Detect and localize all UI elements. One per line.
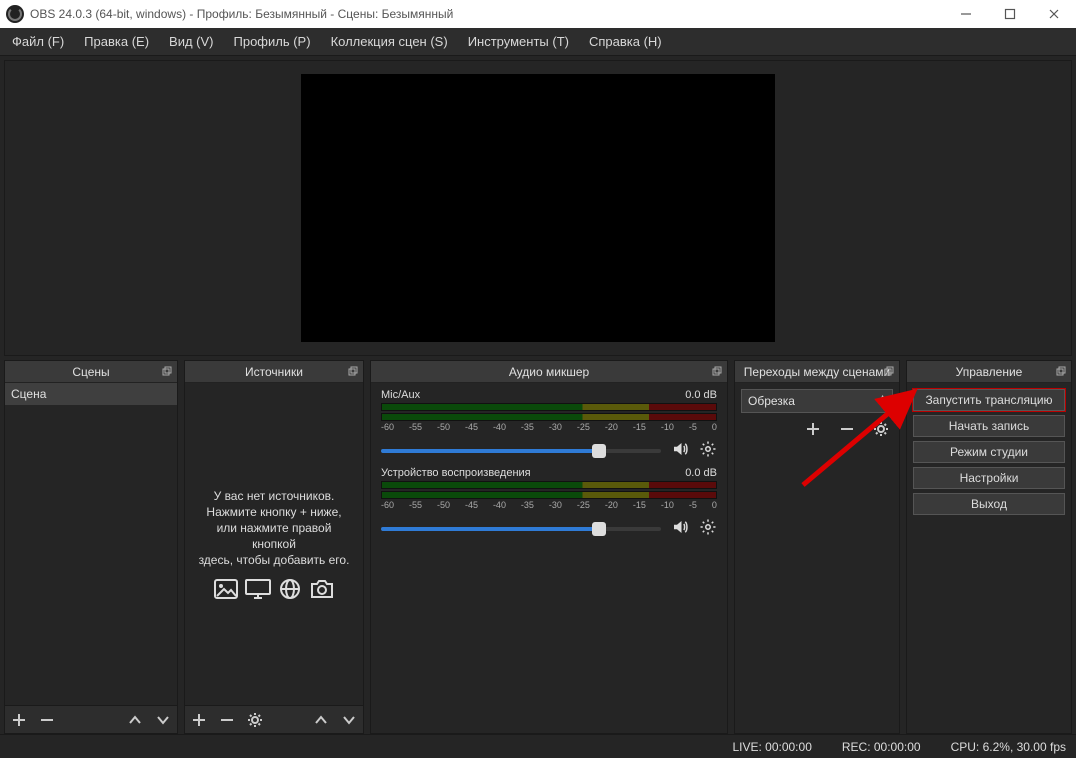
- start-streaming-button[interactable]: Запустить трансляцию: [913, 389, 1065, 411]
- window-title: OBS 24.0.3 (64-bit, windows) - Профиль: …: [30, 7, 944, 21]
- transition-remove-button[interactable]: [837, 419, 857, 439]
- dock-sources-title: Источники: [245, 365, 303, 379]
- app-logo-icon: [6, 5, 24, 23]
- mixer-channel-name: Устройство воспроизведения: [381, 467, 531, 479]
- undock-icon[interactable]: [347, 365, 359, 377]
- scenes-add-button[interactable]: [9, 710, 29, 730]
- dock-controls-title: Управление: [956, 365, 1023, 379]
- transition-add-button[interactable]: [803, 419, 823, 439]
- status-bar: LIVE: 00:00:00 REC: 00:00:00 CPU: 6.2%, …: [0, 734, 1076, 758]
- dock-scenes-title: Сцены: [72, 365, 109, 379]
- transition-properties-button[interactable]: [871, 419, 891, 439]
- display-icon: [245, 578, 271, 600]
- window-maximize-button[interactable]: [988, 0, 1032, 28]
- mixer-channel: Mic/Aux 0.0 dB -60-55-50-45-40-35-30-25-…: [371, 383, 727, 461]
- sources-empty-state: У вас нет источников. Нажмите кнопку + н…: [185, 383, 363, 705]
- mixer-channel-level: 0.0 dB: [685, 389, 717, 401]
- undock-icon[interactable]: [161, 365, 173, 377]
- status-rec: REC: 00:00:00: [842, 740, 921, 754]
- mixer-volume-slider[interactable]: [381, 449, 661, 453]
- scenes-move-up-button[interactable]: [125, 710, 145, 730]
- preview-canvas: [301, 74, 775, 342]
- window-titlebar: OBS 24.0.3 (64-bit, windows) - Профиль: …: [0, 0, 1076, 28]
- undock-icon[interactable]: [1055, 365, 1067, 377]
- dock-transitions: Переходы между сценами Обрезка ▲▼: [734, 360, 900, 734]
- sources-add-button[interactable]: [189, 710, 209, 730]
- scenes-move-down-button[interactable]: [153, 710, 173, 730]
- sources-move-down-button[interactable]: [339, 710, 359, 730]
- scenes-remove-button[interactable]: [37, 710, 57, 730]
- menu-edit[interactable]: Правка (E): [76, 30, 157, 53]
- gear-icon[interactable]: [699, 440, 717, 461]
- mixer-channel-name: Mic/Aux: [381, 389, 420, 401]
- mixer-meter: [381, 491, 717, 499]
- sources-properties-button[interactable]: [245, 710, 265, 730]
- exit-button[interactable]: Выход: [913, 493, 1065, 515]
- image-icon: [213, 578, 239, 600]
- transition-select[interactable]: Обрезка ▲▼: [741, 389, 893, 413]
- dock-controls-header: Управление: [907, 361, 1071, 383]
- dock-sources: Источники У вас нет источников. Нажмите …: [184, 360, 364, 734]
- mixer-channel-level: 0.0 dB: [685, 467, 717, 479]
- dock-transitions-header: Переходы между сценами: [735, 361, 899, 383]
- speaker-icon[interactable]: [671, 518, 689, 539]
- scene-item[interactable]: Сцена: [5, 383, 177, 405]
- status-live: LIVE: 00:00:00: [732, 740, 811, 754]
- window-minimize-button[interactable]: [944, 0, 988, 28]
- mixer-ticks: -60-55-50-45-40-35-30-25-20-15-10-50: [381, 422, 717, 432]
- menu-tools[interactable]: Инструменты (T): [460, 30, 577, 53]
- undock-icon[interactable]: [883, 365, 895, 377]
- transition-selected-label: Обрезка: [748, 394, 795, 408]
- gear-icon[interactable]: [699, 518, 717, 539]
- sources-empty-text: У вас нет источников. Нажмите кнопку + н…: [195, 488, 353, 569]
- sources-remove-button[interactable]: [217, 710, 237, 730]
- studio-mode-button[interactable]: Режим студии: [913, 441, 1065, 463]
- dock-mixer-header: Аудио микшер: [371, 361, 727, 383]
- window-close-button[interactable]: [1032, 0, 1076, 28]
- sources-move-up-button[interactable]: [311, 710, 331, 730]
- mixer-channel: Устройство воспроизведения 0.0 dB -60-55…: [371, 461, 727, 539]
- menu-view[interactable]: Вид (V): [161, 30, 221, 53]
- mixer-meter: [381, 413, 717, 421]
- mixer-volume-slider[interactable]: [381, 527, 661, 531]
- dock-scenes-header: Сцены: [5, 361, 177, 383]
- globe-icon: [277, 578, 303, 600]
- undock-icon[interactable]: [711, 365, 723, 377]
- settings-button[interactable]: Настройки: [913, 467, 1065, 489]
- mixer-meter: [381, 403, 717, 411]
- status-cpu: CPU: 6.2%, 30.00 fps: [951, 740, 1066, 754]
- dock-sources-header: Источники: [185, 361, 363, 383]
- spinner-icon[interactable]: ▲▼: [879, 394, 886, 408]
- dock-scenes: Сцены Сцена: [4, 360, 178, 734]
- menu-profile[interactable]: Профиль (P): [226, 30, 319, 53]
- menubar: Файл (F) Правка (E) Вид (V) Профиль (P) …: [0, 28, 1076, 56]
- speaker-icon[interactable]: [671, 440, 689, 461]
- dock-transitions-title: Переходы между сценами: [744, 365, 890, 379]
- menu-help[interactable]: Справка (H): [581, 30, 670, 53]
- start-recording-button[interactable]: Начать запись: [913, 415, 1065, 437]
- dock-controls: Управление Запустить трансляцию Начать з…: [906, 360, 1072, 734]
- camera-icon: [309, 578, 335, 600]
- dock-mixer-title: Аудио микшер: [509, 365, 589, 379]
- menu-scenes[interactable]: Коллекция сцен (S): [323, 30, 456, 53]
- menu-file[interactable]: Файл (F): [4, 30, 72, 53]
- dock-mixer: Аудио микшер Mic/Aux 0.0 dB -60-55-50-45…: [370, 360, 728, 734]
- mixer-meter: [381, 481, 717, 489]
- preview-area[interactable]: [4, 60, 1072, 356]
- mixer-ticks: -60-55-50-45-40-35-30-25-20-15-10-50: [381, 500, 717, 510]
